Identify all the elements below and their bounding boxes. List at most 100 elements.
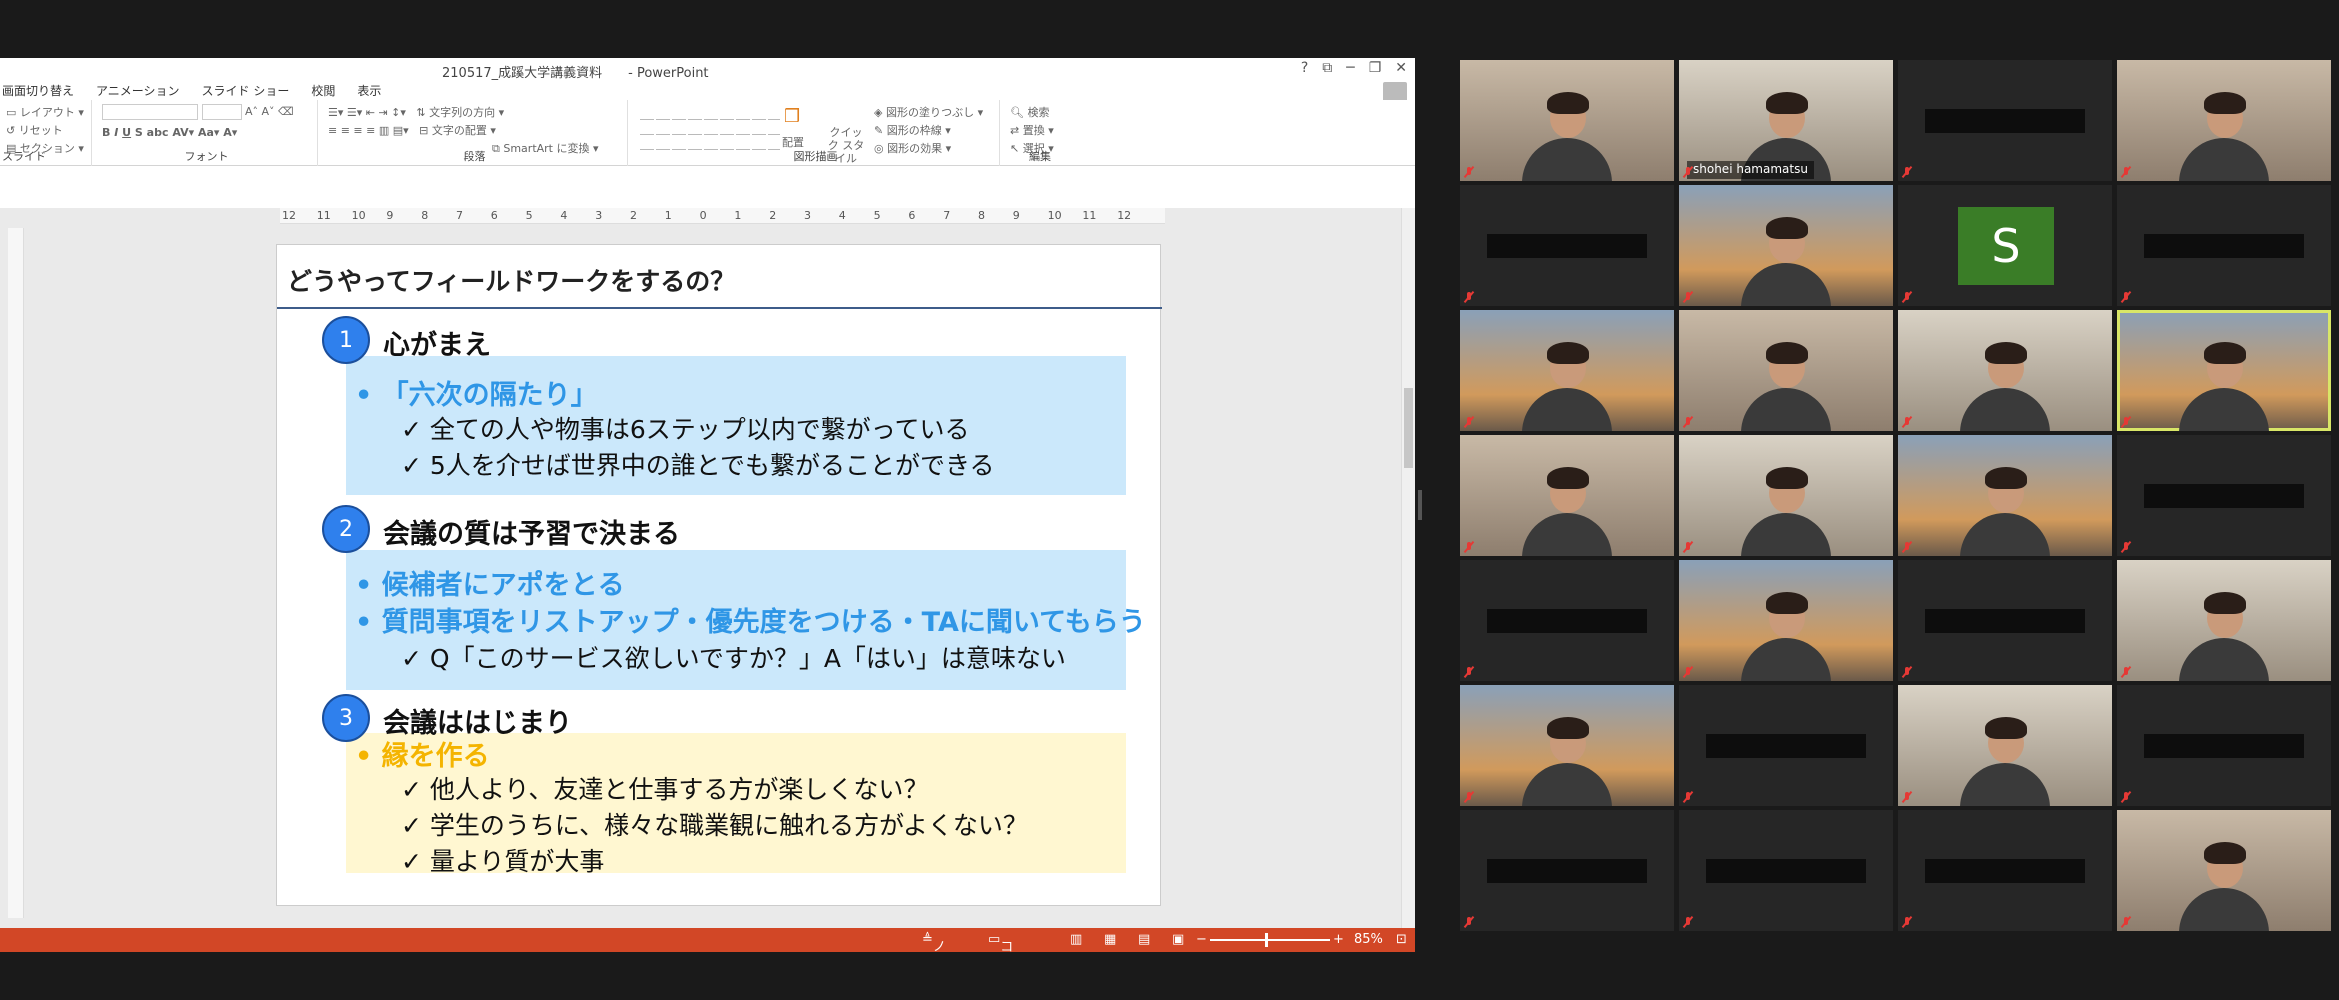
participant-tile[interactable] <box>1679 310 1893 431</box>
tab-review[interactable]: 校閲 <box>311 82 335 99</box>
align-buttons[interactable]: ≡ ≡ ≡ ≡ ▥ ▤▾ ⊟ 文字の配置 ▾ <box>328 122 496 138</box>
help-icon[interactable]: ? <box>1301 60 1308 76</box>
mic-muted-icon <box>1463 291 1475 303</box>
participant-tile[interactable] <box>2117 810 2331 931</box>
participant-name-hidden <box>2144 483 2304 508</box>
ruler-tick-label: 3 <box>804 209 811 222</box>
participant-tile[interactable] <box>2117 185 2331 306</box>
section-3-bullet-1: • 縁を作る <box>355 741 490 772</box>
zoom-slider[interactable] <box>1210 933 1330 947</box>
normal-view-icon[interactable]: ▥ <box>1070 932 1082 947</box>
font-size-field[interactable] <box>201 104 242 120</box>
participant-video <box>1741 586 1831 681</box>
title-bar: 210517_成蹊大学講義資料 - PowerPoint ? ⧉ ─ ❐ ✕ <box>0 58 1415 81</box>
vertical-scrollbar[interactable] <box>1401 208 1415 928</box>
font-grow-icon[interactable]: A˄ A˅ <box>245 105 275 118</box>
replace-button[interactable]: ⇄ 置換 ▾ <box>1010 122 1054 138</box>
layout-button[interactable]: ▭ レイアウト ▾ <box>6 104 84 120</box>
split-handle[interactable] <box>1418 490 1422 520</box>
participant-tile[interactable] <box>1679 560 1893 681</box>
ruler-tick-label: 8 <box>978 209 985 222</box>
fit-slide-icon[interactable]: ⊡ <box>1396 932 1407 947</box>
slideshow-icon[interactable]: ▣ <box>1172 932 1184 947</box>
mic-muted-icon <box>1463 541 1475 553</box>
restore-icon[interactable]: ❐ <box>1369 60 1382 76</box>
shape-fill-button[interactable]: ◈ 図形の塗りつぶし ▾ <box>874 104 983 120</box>
participant-tile[interactable] <box>2117 560 2331 681</box>
shapes-gallery[interactable] <box>640 106 780 150</box>
comments-button[interactable]: ▭ コメント <box>988 932 1013 952</box>
participant-tile[interactable] <box>2117 60 2331 181</box>
section-2-check-1: ✓ Q「このサービス欲しいですか？」A「はい」は意味ない <box>401 644 1066 673</box>
participant-tile[interactable] <box>1679 685 1893 806</box>
participant-tile[interactable]: S <box>1898 185 2112 306</box>
participant-tile[interactable] <box>2117 310 2331 431</box>
participant-tile[interactable] <box>1898 685 2112 806</box>
participant-tile[interactable] <box>1460 60 1674 181</box>
mic-muted-icon <box>2120 541 2132 553</box>
slide[interactable]: どうやってフィールドワークをするの？ 1 心がまえ • 「六次の隔たり」 ✓ 全… <box>276 244 1162 906</box>
minimize-icon[interactable]: ─ <box>1346 60 1354 76</box>
arrange-icon[interactable]: ❒ <box>784 106 800 127</box>
ribbon-display-icon[interactable]: ⧉ <box>1322 60 1332 76</box>
participant-tile[interactable] <box>2117 435 2331 556</box>
find-button[interactable]: 🔍︎ 検索 <box>1010 104 1049 120</box>
close-icon[interactable]: ✕ <box>1395 60 1407 76</box>
participant-tile[interactable] <box>1460 685 1674 806</box>
participant-tile[interactable] <box>1898 560 2112 681</box>
participant-tile[interactable] <box>1679 185 1893 306</box>
participant-video <box>1741 336 1831 431</box>
screen: 210517_成蹊大学講義資料 - PowerPoint ? ⧉ ─ ❐ ✕ 画… <box>0 0 2339 1000</box>
font-name-field[interactable] <box>102 104 198 120</box>
participant-tile[interactable] <box>1460 810 1674 931</box>
participant-tile[interactable] <box>1679 435 1893 556</box>
participant-avatar: S <box>1958 207 2054 285</box>
font-style-buttons[interactable]: B I U S abc AV▾ Aa▾ A▾ <box>102 126 237 139</box>
tab-animations[interactable]: アニメーション <box>96 82 180 99</box>
participant-tile[interactable] <box>1898 310 2112 431</box>
reset-button[interactable]: ↺ リセット <box>6 122 63 138</box>
slides-group: ▭ レイアウト ▾ ↺ リセット ▤ セクション ▾ スライド <box>0 100 92 166</box>
participant-tile[interactable] <box>1460 560 1674 681</box>
zoom-slider-knob[interactable] <box>1265 933 1268 947</box>
ruler-tick-label: 4 <box>838 209 846 222</box>
ruler-tick-label: 6 <box>908 209 916 222</box>
zoom-in-icon[interactable]: + <box>1333 932 1344 947</box>
reading-view-icon[interactable]: ▤ <box>1138 932 1150 947</box>
participant-video <box>1741 211 1831 306</box>
participant-video <box>1741 461 1831 556</box>
shape-outline-button[interactable]: ✎ 図形の枠線 ▾ <box>874 122 951 138</box>
section-3-check-1: ✓ 他人より、友達と仕事する方が楽しくない？ <box>401 775 929 804</box>
zoom-level[interactable]: 85% <box>1354 932 1383 947</box>
zoom-out-icon[interactable]: − <box>1196 932 1207 947</box>
tab-slideshow[interactable]: スライド ショー <box>202 82 290 99</box>
ruler-tick-label: 2 <box>630 209 637 222</box>
clear-format-icon[interactable]: ⌫ <box>278 105 294 118</box>
notes-button[interactable]: ≜ ノート <box>922 932 946 952</box>
mic-muted-icon <box>1901 291 1913 303</box>
bullets-buttons[interactable]: ☰▾ ☰▾ ⇤ ⇥ ↕▾ ⇅ 文字列の方向 ▾ <box>328 104 504 120</box>
participant-tile[interactable] <box>1460 435 1674 556</box>
participant-tile[interactable] <box>1898 435 2112 556</box>
ruler-tick-label: 2 <box>769 209 777 222</box>
ruler-tick-label: 3 <box>595 209 603 222</box>
participant-tile[interactable] <box>2117 685 2331 806</box>
participant-tile[interactable]: shohei hamamatsu <box>1679 60 1893 181</box>
scrollbar-thumb[interactable] <box>1404 388 1413 468</box>
participant-video <box>2179 86 2269 181</box>
participant-tile[interactable] <box>1460 310 1674 431</box>
slide-title: どうやってフィールドワークをするの？ <box>287 267 736 296</box>
participant-tile[interactable] <box>1460 185 1674 306</box>
mic-muted-icon <box>1901 166 1913 178</box>
ruler-tick-label: 0 <box>699 209 707 222</box>
participant-tile[interactable] <box>1898 810 2112 931</box>
participant-tile[interactable] <box>1898 60 2112 181</box>
tab-transitions[interactable]: 画面切り替え <box>2 82 74 99</box>
tab-view[interactable]: 表示 <box>357 82 381 99</box>
participant-name-hidden <box>1487 608 1647 633</box>
section-1-number: 1 <box>322 316 370 364</box>
slide-sorter-icon[interactable]: ▦ <box>1104 932 1116 947</box>
horizontal-ruler: 12 11 10 9 8 7 6 5 4 3 2 1 0 1 2 3 4 5 6 7 8 9 10 11 12 <box>280 208 1165 224</box>
ruler-tick-label: 5 <box>873 209 881 222</box>
participant-tile[interactable] <box>1679 810 1893 931</box>
